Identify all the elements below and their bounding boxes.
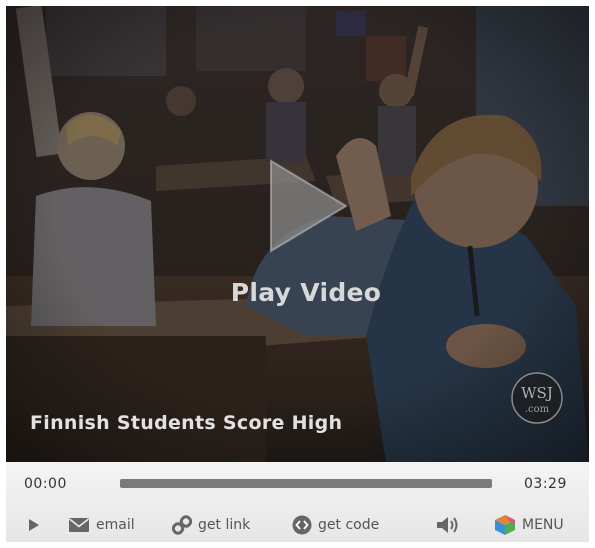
- player-toolbar: email get link get code MENU: [6, 512, 589, 538]
- get-link-button[interactable]: get link: [172, 512, 250, 538]
- chain-link-icon: [172, 515, 192, 535]
- menu-cube-icon: [495, 515, 515, 535]
- email-button[interactable]: email: [68, 512, 135, 538]
- play-button[interactable]: [28, 512, 40, 538]
- play-video-label[interactable]: Play Video: [206, 278, 406, 307]
- get-link-label: get link: [198, 517, 251, 533]
- wsj-watermark-logo: WSJ .com: [511, 372, 563, 424]
- player-control-bar: 00:00 03:29 email get link get code MENU: [6, 462, 589, 542]
- play-triangle-icon: [270, 159, 348, 253]
- big-play-button[interactable]: [256, 156, 356, 256]
- svg-text:.com: .com: [525, 404, 550, 415]
- get-code-button[interactable]: get code: [292, 512, 379, 538]
- svg-text:WSJ: WSJ: [521, 384, 553, 402]
- get-code-label: get code: [318, 517, 380, 533]
- progress-bar[interactable]: [120, 479, 492, 488]
- speaker-icon: [437, 517, 458, 533]
- play-icon: [29, 519, 39, 531]
- volume-button[interactable]: [436, 512, 462, 538]
- email-label: email: [96, 517, 135, 533]
- video-player: Play Video Finnish Students Score High W…: [0, 0, 595, 548]
- menu-button[interactable]: MENU: [494, 512, 564, 538]
- code-brackets-icon: [292, 515, 312, 535]
- envelope-icon: [69, 518, 89, 532]
- total-duration: 03:29: [524, 476, 567, 492]
- current-time: 00:00: [24, 476, 67, 492]
- video-title: Finnish Students Score High: [30, 412, 343, 434]
- video-viewport[interactable]: Play Video Finnish Students Score High W…: [6, 6, 589, 462]
- menu-label: MENU: [522, 517, 564, 533]
